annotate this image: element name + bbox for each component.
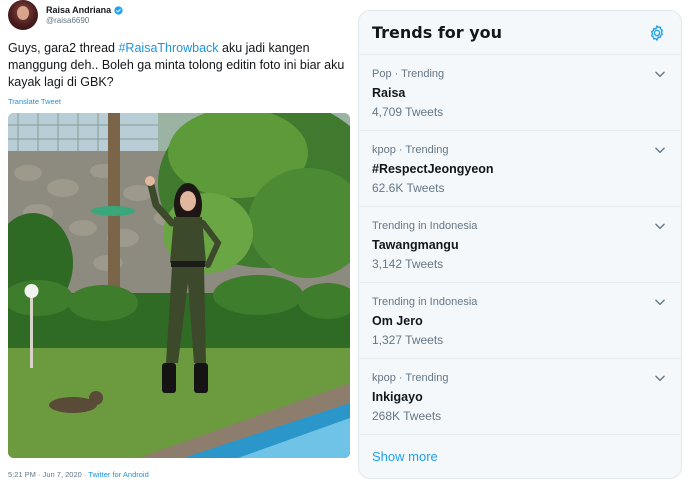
trend-name: Raisa	[372, 86, 406, 100]
tweet-author[interactable]: Raisa Andriana @raisa6690	[8, 0, 123, 30]
author-names: Raisa Andriana @raisa6690	[46, 5, 123, 25]
author-handle[interactable]: @raisa6690	[46, 16, 123, 25]
tweet-source-link[interactable]: Twitter for Android	[88, 470, 148, 479]
trend-item[interactable]: Pop · Trending Raisa 4,709 Tweets	[359, 55, 681, 131]
trend-count: 1,327 Tweets	[372, 333, 444, 347]
trend-count: 62.6K Tweets	[372, 181, 445, 195]
trend-count: 4,709 Tweets	[372, 105, 444, 119]
trend-item[interactable]: kpop · Trending #RespectJeongyeon 62.6K …	[359, 131, 681, 207]
tweet-timestamp[interactable]: 5:21 PM · Jun 7, 2020	[8, 470, 82, 479]
tweet-photo[interactable]	[8, 113, 350, 458]
trend-item[interactable]: Trending in Indonesia Om Jero 1,327 Twee…	[359, 283, 681, 359]
trend-context: Pop · Trending	[372, 68, 445, 80]
chevron-down-icon[interactable]	[653, 219, 667, 233]
trend-item[interactable]: Trending in Indonesia Tawangmangu 3,142 …	[359, 207, 681, 283]
display-name[interactable]: Raisa Andriana	[46, 5, 111, 15]
trend-name: #RespectJeongyeon	[372, 162, 494, 176]
trend-item[interactable]: kpop · Trending Inkigayo 268K Tweets	[359, 359, 681, 435]
chevron-down-icon[interactable]	[653, 371, 667, 385]
translate-tweet-link[interactable]: Translate Tweet	[8, 97, 61, 106]
display-name-row: Raisa Andriana	[46, 5, 123, 15]
avatar[interactable]	[8, 0, 38, 30]
trends-panel: Trends for you Pop · Trending Raisa 4,70…	[358, 10, 682, 479]
trends-title: Trends for you	[372, 23, 503, 42]
tweet: Raisa Andriana @raisa6690 Guys, gara2 th…	[0, 0, 352, 486]
trends-header: Trends for you	[359, 11, 681, 55]
verified-icon	[114, 6, 123, 15]
tweet-text: Guys, gara2 thread #RaisaThrowback aku j…	[8, 40, 350, 91]
trend-name: Tawangmangu	[372, 238, 459, 252]
show-more-link[interactable]: Show more	[359, 435, 681, 478]
chevron-down-icon[interactable]	[653, 143, 667, 157]
photo-illustration	[8, 113, 350, 458]
trend-context: Trending in Indonesia	[372, 296, 478, 308]
hashtag-link[interactable]: #RaisaThrowback	[118, 41, 218, 55]
tweet-text-part1: Guys, gara2 thread	[8, 41, 119, 55]
trend-count: 3,142 Tweets	[372, 257, 444, 271]
trend-context: kpop · Trending	[372, 144, 449, 156]
trend-count: 268K Tweets	[372, 409, 442, 423]
chevron-down-icon[interactable]	[653, 295, 667, 309]
trend-name: Inkigayo	[372, 390, 423, 404]
chevron-down-icon[interactable]	[653, 67, 667, 81]
trend-name: Om Jero	[372, 314, 423, 328]
tweet-meta: 5:21 PM · Jun 7, 2020 · Twitter for Androi…	[8, 470, 149, 479]
gear-icon[interactable]	[647, 23, 667, 43]
trend-context: kpop · Trending	[372, 372, 449, 384]
meta-separator: ·	[83, 470, 87, 479]
trend-context: Trending in Indonesia	[372, 220, 478, 232]
